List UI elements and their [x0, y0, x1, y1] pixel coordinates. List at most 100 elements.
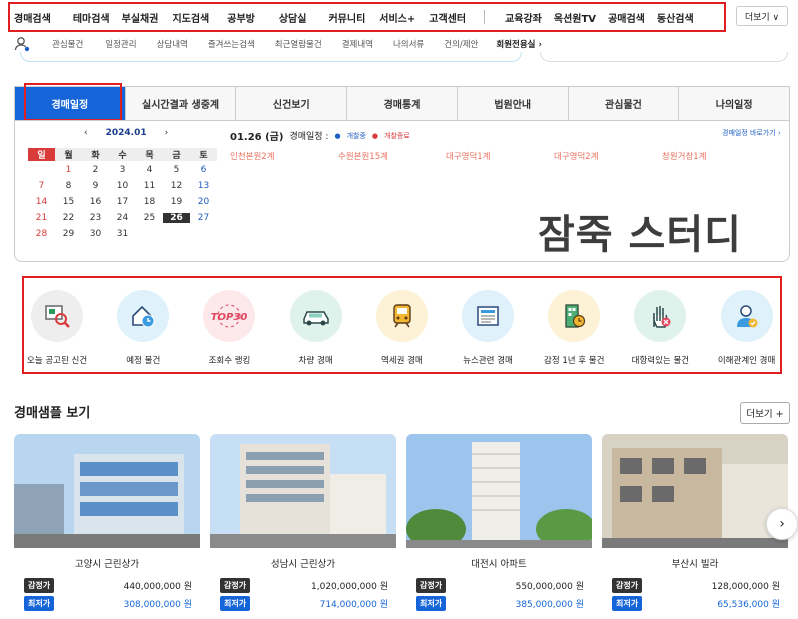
- nav-study[interactable]: 공부방: [227, 10, 255, 25]
- nav-auction-search[interactable]: 경매검색: [14, 10, 51, 25]
- sample-card[interactable]: 대전시 아파트 감정가 550,000,000 원 최저가 385,000,000 …: [406, 434, 592, 619]
- building-clock-icon: [548, 290, 601, 342]
- tab-my-schedule[interactable]: 나의일정: [679, 87, 790, 120]
- quick-station-area[interactable]: 역세권 경매: [359, 290, 445, 366]
- appraisal-badge: 감정가: [612, 578, 643, 593]
- schedule-item[interactable]: 인천본원2계: [230, 150, 338, 162]
- calendar-day[interactable]: 5: [163, 165, 190, 175]
- calendar-day[interactable]: 6: [190, 165, 217, 175]
- sample-card[interactable]: 부산시 빌라 감정가 128,000,000 원 최저가 65,536,000 원: [602, 434, 788, 619]
- tab-new-items[interactable]: 신건보기: [236, 87, 348, 120]
- schedule-item[interactable]: 대구영덕1계: [446, 150, 554, 162]
- calendar-day[interactable]: 17: [109, 197, 136, 207]
- calendar-day[interactable]: 20: [190, 197, 217, 207]
- calendar-day[interactable]: 24: [109, 213, 136, 223]
- calendar-day[interactable]: 19: [163, 197, 190, 207]
- quick-label: 대항력있는 물건: [631, 356, 690, 366]
- calendar-day[interactable]: 15: [55, 197, 82, 207]
- quick-ranking[interactable]: TOP30 조회수 랭킹: [186, 290, 272, 366]
- schedule-date: 01.26 (금): [230, 132, 284, 143]
- quick-label: 감정 1년 후 물건: [544, 356, 605, 366]
- nav-npl[interactable]: 부실채권: [122, 10, 159, 25]
- calendar-day[interactable]: 21: [28, 213, 55, 223]
- calendar-day[interactable]: 2: [82, 165, 109, 175]
- calendar-day[interactable]: 30: [82, 229, 109, 239]
- calendar-day[interactable]: 27: [190, 213, 217, 223]
- quick-after-appraisal[interactable]: 감정 1년 후 물건: [531, 290, 617, 366]
- quick-stakeholder[interactable]: 이해관계인 경매: [704, 290, 790, 366]
- subnav-favorite-search[interactable]: 즐겨쓰는검색: [208, 38, 255, 50]
- weekday: 월: [55, 147, 82, 161]
- calendar-day[interactable]: 13: [190, 181, 217, 191]
- quick-today-new[interactable]: 오늘 공고된 신건: [14, 290, 100, 366]
- calendar-day[interactable]: 29: [55, 229, 82, 239]
- subnav-interest[interactable]: 관심물건: [52, 38, 83, 50]
- nav-map-search[interactable]: 지도검색: [172, 10, 209, 25]
- quick-vehicle[interactable]: 차량 경매: [273, 290, 359, 366]
- quick-menu: 오늘 공고된 신건 예정 물건 TOP30 조회수 랭킹 차량 경매 역세권 경…: [14, 290, 790, 366]
- calendar-day[interactable]: 9: [82, 181, 109, 191]
- sample-card[interactable]: 고양시 근린상가 감정가 440,000,000 원 최저가 308,000,000…: [14, 434, 200, 619]
- schedule-shortcut-link[interactable]: 경매일정 바로가기 ›: [722, 128, 781, 138]
- quick-scheduled[interactable]: 예정 물건: [100, 290, 186, 366]
- user-icon[interactable]: [14, 36, 30, 52]
- tab-statistics[interactable]: 경매통계: [347, 87, 458, 120]
- carousel-next-button[interactable]: ›: [766, 508, 798, 540]
- schedule-item[interactable]: 대구영덕2계: [554, 150, 662, 162]
- subnav-consult-history[interactable]: 상담내역: [157, 38, 188, 50]
- property-photo: [14, 434, 200, 548]
- subnav-suggestions[interactable]: 건의/제안: [444, 38, 478, 50]
- calendar-day[interactable]: 12: [163, 181, 190, 191]
- calendar-day[interactable]: 11: [136, 181, 163, 191]
- calendar-day[interactable]: 25: [136, 213, 163, 223]
- calendar-day[interactable]: 18: [136, 197, 163, 207]
- calendar-week: 1 2 3 4 5 6: [28, 162, 217, 178]
- nav-customer-center[interactable]: 고객센터: [429, 10, 466, 25]
- calendar-day[interactable]: 4: [136, 165, 163, 175]
- nav-more-button[interactable]: 더보기 ∨: [736, 6, 788, 26]
- calendar-day-selected[interactable]: 26: [163, 213, 190, 223]
- nav-service[interactable]: 서비스+: [379, 10, 415, 25]
- tab-live-results[interactable]: 실시간결과 생중계: [125, 87, 237, 120]
- tab-interest-items[interactable]: 관심물건: [568, 87, 680, 120]
- nav-movable-search[interactable]: 동산검색: [657, 10, 694, 25]
- chevron-right-icon: ›: [779, 516, 785, 532]
- calendar-day[interactable]: 3: [109, 165, 136, 175]
- sample-more-button[interactable]: 더보기 +: [740, 402, 790, 424]
- tab-court-info[interactable]: 법원안내: [457, 87, 569, 120]
- train-icon: [375, 290, 428, 342]
- calendar-day[interactable]: 16: [82, 197, 109, 207]
- calendar-day[interactable]: 31: [109, 229, 136, 239]
- subnav-recent-items[interactable]: 최근열람물건: [275, 38, 322, 50]
- nav-community[interactable]: 커뮤니티: [328, 10, 365, 25]
- quick-news[interactable]: 뉴스관련 경매: [445, 290, 531, 366]
- quick-label: 이해관계인 경매: [717, 356, 776, 366]
- subnav-member-room[interactable]: 회원전용실 ›: [496, 38, 542, 50]
- nav-education[interactable]: 교육강좌: [505, 10, 542, 25]
- calendar-day[interactable]: 14: [28, 197, 55, 207]
- nav-theme-search[interactable]: 테마검색: [73, 10, 110, 25]
- subnav-schedule[interactable]: 일정관리: [105, 38, 136, 50]
- schedule-item[interactable]: 창원거창1계: [662, 150, 770, 162]
- schedule-item[interactable]: 수원본원15계: [338, 150, 446, 162]
- next-month-button[interactable]: ›: [165, 128, 169, 138]
- prev-month-button[interactable]: ‹: [84, 128, 88, 138]
- quick-label: 차량 경매: [298, 356, 333, 366]
- calendar-day[interactable]: 1: [55, 165, 82, 175]
- quick-opposing-power[interactable]: 대항력있는 물건: [617, 290, 703, 366]
- svg-text:TOP30: TOP30: [211, 312, 248, 323]
- property-photo: [406, 434, 592, 548]
- nav-tv[interactable]: 옥션원TV: [554, 10, 596, 25]
- calendar-day[interactable]: 23: [82, 213, 109, 223]
- nav-public-auction[interactable]: 공매검색: [608, 10, 645, 25]
- calendar-day[interactable]: 8: [55, 181, 82, 191]
- subnav-my-docs[interactable]: 나의서류: [393, 38, 424, 50]
- sample-card[interactable]: 성남시 근린상가 감정가 1,020,000,000 원 최저가 714,000,0…: [210, 434, 396, 619]
- nav-consult[interactable]: 상담실: [279, 10, 307, 25]
- calendar-day[interactable]: 10: [109, 181, 136, 191]
- calendar-day[interactable]: 28: [28, 229, 55, 239]
- tab-auction-schedule[interactable]: 경매일정: [15, 87, 126, 120]
- subnav-payments[interactable]: 결제내역: [342, 38, 373, 50]
- calendar-day[interactable]: 7: [28, 181, 55, 191]
- calendar-day[interactable]: 22: [55, 213, 82, 223]
